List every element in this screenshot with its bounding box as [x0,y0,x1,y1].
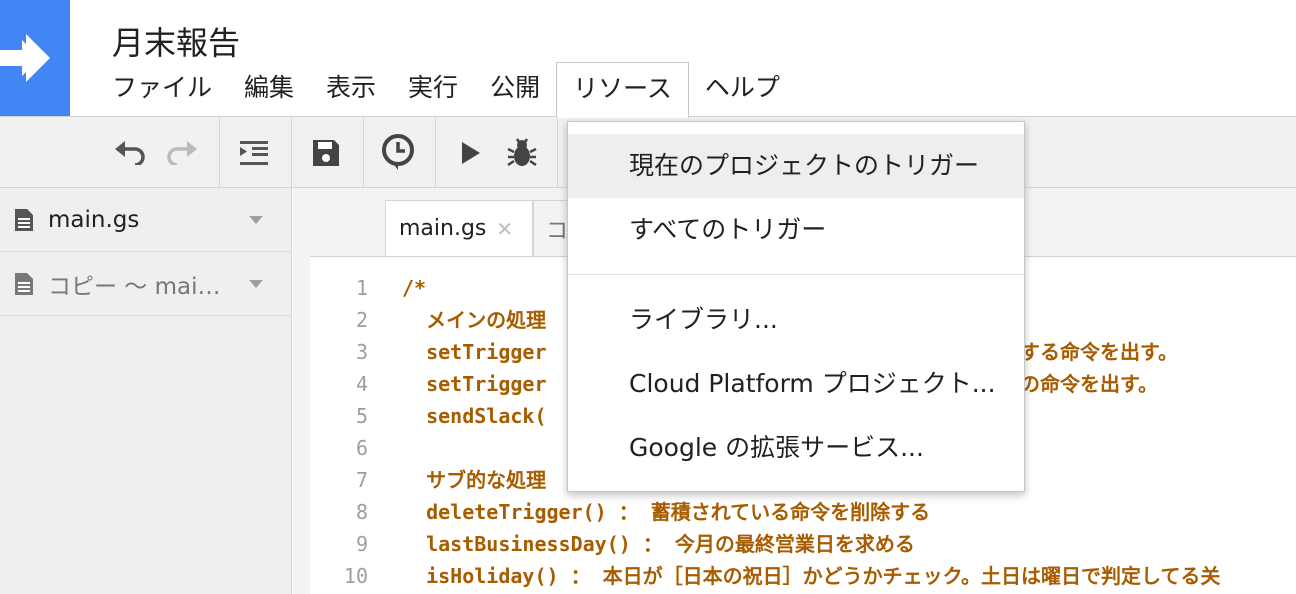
code-line: メインの処理 [402,308,547,332]
file-name: main.gs [48,206,140,233]
file-sidebar: main.gs コピー 〜 mai… [0,188,292,594]
menu-item-cloud-platform-project[interactable]: Cloud Platform プロジェクト... [568,352,1024,416]
file-item-main[interactable]: main.gs [0,188,291,252]
undo-icon [115,141,145,165]
code-line: setTrigger [402,372,547,396]
line-number: 9 [355,532,368,556]
menu-help[interactable]: ヘルプ [689,62,796,116]
trigger-clock-icon [382,134,414,170]
line-number: 8 [355,500,368,524]
line-number: 10 [343,564,368,588]
line-number: 5 [355,404,368,428]
tab-label: main.gs [399,216,487,241]
code-line-overflow: の命令を出す。 [1020,372,1158,396]
line-number: 1 [355,276,368,300]
code-line: /* [402,276,427,300]
menu-separator [568,274,1024,275]
toolbar-divider [219,117,220,189]
run-icon [462,142,480,164]
menu-file[interactable]: ファイル [96,62,228,116]
code-line: deleteTrigger() ： 蓄積されている命令を削除する [402,500,931,524]
file-menu-dropdown-icon[interactable] [249,216,263,224]
menu-bar: ファイル 編集 表示 実行 公開 リソース ヘルプ [96,62,796,118]
menu-item-libraries[interactable]: ライブラリ... [568,288,1024,352]
save-button[interactable] [304,131,348,175]
toolbar-divider [291,117,292,189]
menu-edit[interactable]: 編集 [228,62,310,116]
line-number: 6 [355,436,368,460]
indent-icon [240,141,268,165]
toolbar-divider [363,117,364,189]
tab-main-gs[interactable]: main.gs ✕ [385,200,533,256]
apps-script-logo[interactable] [0,0,70,116]
indent-button[interactable] [232,131,276,175]
menu-run[interactable]: 実行 [392,62,474,116]
toolbar-divider [435,117,436,189]
header: 月末報告 ファイル 編集 表示 実行 公開 リソース ヘルプ [0,0,1296,118]
file-item-copy[interactable]: コピー 〜 mai… [0,252,291,316]
menu-item-advanced-google-services[interactable]: Google の拡張サービス... [568,416,1024,480]
code-line: sendSlack( [402,404,547,428]
document-icon [15,272,33,295]
line-number: 2 [355,308,368,332]
undo-button[interactable] [108,131,152,175]
tab-label: コ [546,218,569,244]
triggers-button[interactable] [376,131,420,175]
debug-bug-icon [507,138,537,167]
file-menu-dropdown-icon[interactable] [249,280,263,288]
line-number: 4 [355,372,368,396]
code-line: lastBusinessDay() ： 今月の最終営業日を求める [402,532,915,556]
project-title[interactable]: 月末報告 [112,18,240,64]
resources-dropdown-menu: 現在のプロジェクトのトリガー すべてのトリガー ライブラリ... Cloud P… [567,121,1025,492]
menu-item-all-triggers[interactable]: すべてのトリガー [568,198,1024,262]
close-icon[interactable]: ✕ [496,217,513,241]
code-line: サブ的な処理 [402,468,547,492]
code-line-overflow: する命令を出す。 [1020,340,1178,364]
line-number: 3 [355,340,368,364]
line-number: 7 [355,468,368,492]
code-line: setTrigger [402,340,547,364]
arrow-right-icon [0,34,50,82]
toolbar-divider [557,117,558,189]
save-icon [313,140,339,166]
menu-publish[interactable]: 公開 [474,62,556,116]
redo-button[interactable] [160,131,204,175]
document-icon [15,208,33,231]
file-name: コピー 〜 mai… [48,273,221,300]
menu-resources[interactable]: リソース [556,62,689,118]
run-button[interactable] [448,131,492,175]
menu-item-current-project-triggers[interactable]: 現在のプロジェクトのトリガー [568,134,1024,198]
menu-view[interactable]: 表示 [310,62,392,116]
debug-button[interactable] [500,131,544,175]
redo-icon [167,141,197,165]
code-line: isHoliday() ： 本日が［日本の祝日］かどうかチェック。土日は曜日で判… [402,564,1221,588]
